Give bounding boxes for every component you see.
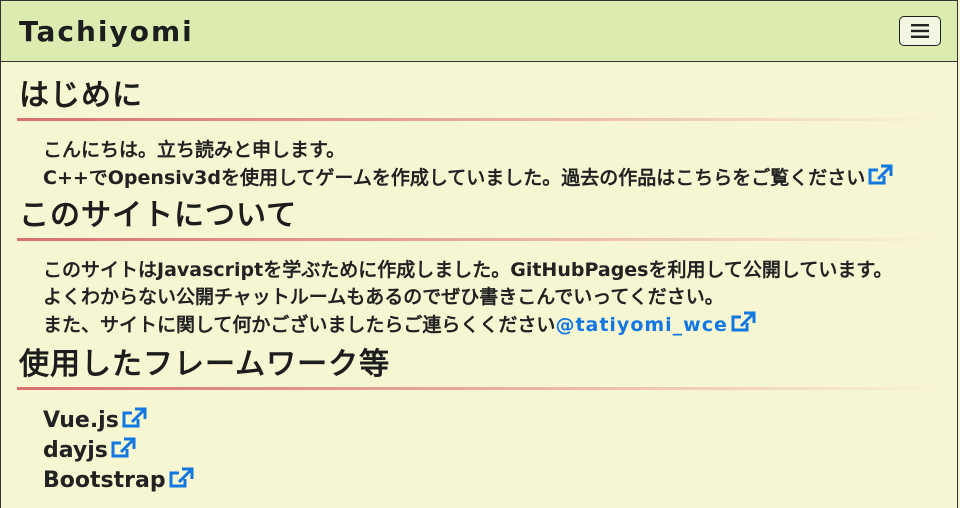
past-works-link[interactable] [865,164,893,189]
paragraph: このサイトはJavascriptを学ぶために作成しました。GitHubPages… [17,257,941,339]
twitter-link[interactable]: @tatiyomi_wce [555,311,756,336]
section-divider [17,118,941,121]
external-link-icon [122,407,147,428]
text-line-with-link: また、サイトに関して何かございましたらご連らくください@tatiyomi_wce [43,311,941,339]
text-line: また、サイトに関して何かございましたらご連らくください [43,314,556,336]
hamburger-icon [911,24,929,38]
list-item: dayjs [43,436,941,466]
menu-toggle-button[interactable] [899,16,941,46]
vuejs-link[interactable] [119,407,147,433]
text-line: このサイトはJavascriptを学ぶために作成しました。GitHubPages… [43,259,893,281]
external-link-icon [868,164,893,185]
text-line: よくわからない公開チャットルームもあるのでぜひ書きこんでいってください。 [43,286,724,308]
section-title: このサイトについて [19,198,298,233]
framework-label: Bootstrap [43,468,166,493]
main-content: はじめに こんにちは。立ち読みと申します。 C++でOpensiv3dを使用して… [1,62,957,496]
section-frameworks: 使用したフレームワーク等 Vue.js dayjs Bootstrap [17,345,941,496]
section-about-site: このサイトについて このサイトはJavascriptを学ぶために作成しました。G… [17,196,941,339]
section-introduction: はじめに こんにちは。立ち読みと申します。 C++でOpensiv3dを使用して… [17,76,941,192]
paragraph: こんにちは。立ち読みと申します。 C++でOpensiv3dを使用してゲームを作… [17,137,941,192]
section-title: 使用したフレームワーク等 [19,347,391,382]
twitter-handle: @tatiyomi_wce [555,314,728,336]
text-line-with-link: C++でOpensiv3dを使用してゲームを作成していました。過去の作品はこちら… [43,164,941,192]
text-line: こんにちは。立ち読みと申します。 [43,139,346,161]
section-divider [17,238,941,241]
bootstrap-link[interactable] [166,467,194,493]
navbar: Tachiyomi [1,0,957,62]
section-title: はじめに [19,78,143,113]
framework-label: dayjs [43,438,108,463]
external-link-icon [731,311,756,332]
page: Tachiyomi はじめに こんにちは。立ち読みと申します。 C++でOpen… [0,0,958,508]
brand[interactable]: Tachiyomi [19,15,194,48]
framework-label: Vue.js [43,408,119,433]
text-line: C++でOpensiv3dを使用してゲームを作成していました。過去の作品はこちら… [43,167,866,189]
dayjs-link[interactable] [108,437,136,463]
external-link-icon [169,467,194,488]
list-item: Bootstrap [43,466,941,496]
list-item: Vue.js [43,406,941,436]
framework-list: Vue.js dayjs Bootstrap [17,406,941,496]
section-divider [17,387,941,390]
external-link-icon [111,437,136,458]
